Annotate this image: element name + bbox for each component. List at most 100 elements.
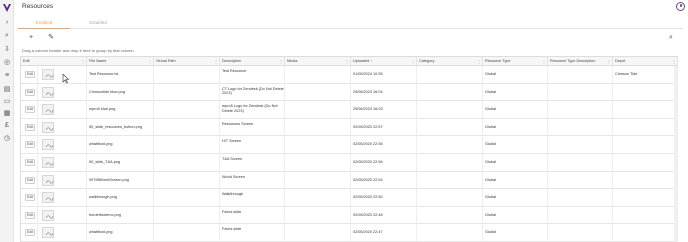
column-header-file-name[interactable]: File Name ⋮ (87, 57, 154, 66)
column-header-resource-type[interactable]: Resource Type ⋮ (483, 57, 548, 66)
row-edit-button[interactable]: Edit (25, 123, 35, 131)
row-edit-button[interactable]: Edit (25, 106, 35, 114)
chevron-right-icon[interactable]: › (3, 19, 11, 27)
settings-icon[interactable]: ◎ (3, 59, 11, 67)
column-header-media[interactable]: Media ⋮ (285, 57, 351, 66)
cell-virtual (154, 189, 220, 207)
table-row[interactable]: Edit whatitsnd.png Faves slide 02/05/2020 2… (21, 224, 678, 242)
cell-media (285, 83, 351, 102)
image-thumbnail-icon[interactable] (42, 209, 54, 221)
table-row[interactable]: Edit borderfootemc.png Faves slide 02/05/20… (21, 206, 678, 225)
report-icon[interactable]: ▦ (3, 110, 11, 118)
cell-description: World Screen (220, 171, 285, 190)
edit-cell: Edit (21, 189, 38, 207)
row-edit-button[interactable]: Edit (25, 211, 35, 219)
table-row[interactable]: Edit 50_slide_resources_button.png Resourc… (21, 118, 678, 137)
column-menu-icon[interactable]: ⋮ (542, 57, 546, 66)
upload-icon[interactable]: ⇩ (3, 46, 11, 54)
row-edit-button[interactable]: Edit (25, 88, 35, 96)
column-header-depot[interactable]: Depot ⋮ (613, 57, 678, 66)
brand-logo-icon[interactable] (2, 3, 12, 13)
column-menu-icon[interactable]: ⋮ (477, 57, 481, 66)
cell-virtual (154, 66, 220, 84)
cell-depot (613, 189, 678, 207)
cell-category (417, 83, 483, 102)
cell-media (285, 118, 351, 137)
column-header-edit[interactable]: Edit ⋮ (21, 57, 87, 66)
clock-icon[interactable]: ◷ (3, 135, 11, 143)
column-menu-icon[interactable]: ⋮ (607, 57, 611, 66)
cell-file: whatitsnd.png (87, 224, 154, 242)
cell-description: Test Resource (220, 66, 285, 84)
column-header-virtual-path[interactable]: Virtual Path ⋮ (154, 57, 220, 66)
cell-type: Global (483, 171, 548, 190)
search-button[interactable]: ⌕ (666, 33, 676, 43)
cell-file: 50_slide_resources_button.png (87, 118, 154, 137)
vertical-scrollbar[interactable] (674, 66, 677, 242)
column-menu-icon[interactable]: ⋮ (279, 57, 283, 66)
row-edit-button[interactable]: Edit (25, 194, 35, 202)
edit-button[interactable]: ✎ (46, 33, 56, 43)
table-row[interactable]: Edit walkthrough.png Walkthrough 02/05/2020… (21, 189, 678, 207)
table-row[interactable]: Edit whatitsnd.png H/T Screen 02/05/2020 22… (21, 136, 678, 154)
column-header-resource-type-description[interactable]: Resource Type Description ⋮ (548, 57, 613, 66)
image-thumbnail-icon[interactable] (42, 157, 54, 168)
cell-virtual (154, 171, 220, 190)
image-thumbnail-icon[interactable] (42, 69, 54, 80)
cell-category (417, 118, 483, 137)
row-edit-button[interactable]: Edit (25, 71, 35, 78)
document-icon[interactable]: ▤ (3, 86, 11, 94)
currency-icon[interactable]: £ (3, 122, 11, 130)
table-row[interactable]: Edit mpro5 blue.png mpro5 Logo for Zendesk… (21, 101, 678, 119)
column-menu-icon[interactable]: ⋮ (214, 57, 218, 66)
image-thumbnail-icon[interactable] (42, 104, 54, 116)
table-row[interactable]: Edit Test Resource.txt Test Resource 01/05/… (21, 66, 678, 84)
column-menu-icon[interactable]: ⋮ (672, 57, 676, 66)
monitor-icon[interactable]: ▭ (3, 98, 11, 106)
user-avatar-icon[interactable] (676, 2, 685, 11)
image-thumbnail-icon[interactable] (42, 86, 54, 98)
cell-uploaded: 02/05/2020 22:48 (351, 206, 417, 225)
column-header-description[interactable]: Description ⋮ (220, 57, 285, 66)
list-icon[interactable]: ≡ (3, 72, 11, 80)
column-header-uploaded[interactable]: Uploaded ↑ ⋮ (351, 57, 417, 66)
grid-header: Edit ⋮ File Name ⋮ Virtual Path ⋮ Descripti… (21, 57, 678, 66)
thumbnail-cell (38, 83, 87, 102)
tab-disabled[interactable]: Disabled (72, 17, 124, 29)
app-root: › ⌕ ⇩ ◎ ≡ ▤ ▭ ▦ £ ◷ Resources Enabled Di… (0, 0, 688, 242)
table-row[interactable]: Edit 09798WorldScreen.png World Screen 02/0… (21, 171, 678, 190)
cell-category (417, 136, 483, 154)
column-header-category[interactable]: Category ⋮ (417, 57, 483, 66)
cell-type-desc (548, 224, 613, 242)
cell-description: Walkthrough (220, 189, 285, 207)
add-button[interactable]: + (26, 33, 36, 43)
row-edit-button[interactable]: Edit (25, 141, 35, 149)
tab-enabled[interactable]: Enabled (18, 17, 70, 29)
column-menu-icon[interactable]: ⋮ (411, 57, 415, 66)
search-icon[interactable]: ⌕ (3, 32, 11, 40)
edit-cell: Edit (21, 83, 38, 102)
table-row[interactable]: Edit 50_slide_T&A.png T&A Screen 02/05/2020… (21, 154, 678, 172)
column-menu-icon[interactable]: ⋮ (345, 57, 349, 66)
cell-category (417, 154, 483, 172)
thumbnail-cell (38, 189, 87, 207)
row-edit-button[interactable]: Edit (25, 176, 35, 184)
image-thumbnail-icon[interactable] (42, 174, 54, 186)
cell-description: Faves slide (220, 206, 285, 225)
cell-type-desc (548, 136, 613, 154)
cell-media (285, 189, 351, 207)
cell-type-desc (548, 189, 613, 207)
cell-type-desc (548, 171, 613, 190)
image-thumbnail-icon[interactable] (42, 227, 54, 239)
cell-category (417, 206, 483, 225)
row-edit-button[interactable]: Edit (25, 159, 35, 166)
table-row[interactable]: Edit Crimsontide blue.png CT Logo for Zend… (21, 83, 678, 102)
image-thumbnail-icon[interactable] (42, 121, 54, 133)
column-menu-icon[interactable]: ⋮ (148, 57, 152, 66)
image-thumbnail-icon[interactable] (42, 139, 54, 151)
row-edit-button[interactable]: Edit (25, 229, 35, 237)
cell-file: 09798WorldScreen.png (87, 171, 154, 190)
image-thumbnail-icon[interactable] (42, 192, 54, 204)
column-menu-icon[interactable]: ⋮ (81, 57, 85, 66)
thumbnail-cell (38, 101, 87, 119)
